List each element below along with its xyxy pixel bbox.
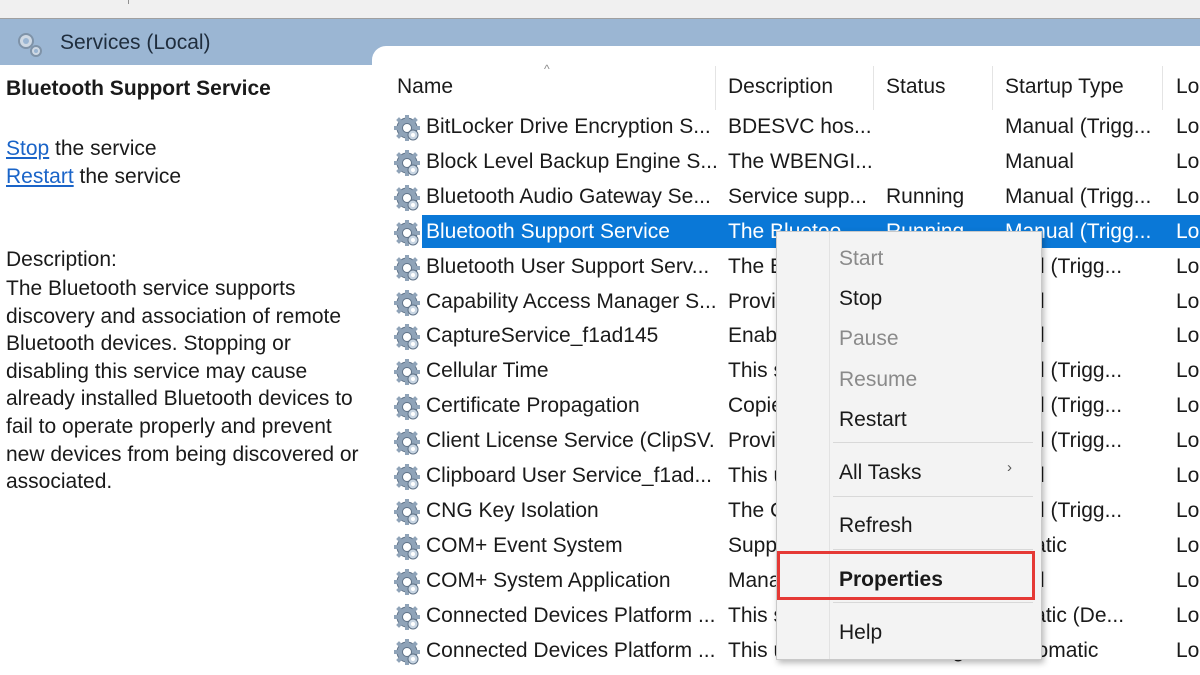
service-startup-type-cell: Manual (Trigg... (1005, 115, 1152, 138)
service-name-cell: CaptureService_f1ad145 (426, 324, 659, 348)
service-log-on-cell: Lo (1176, 638, 1200, 662)
column-header-status[interactable]: Status (886, 75, 946, 105)
stop-service-link[interactable]: Stop (6, 137, 49, 160)
description-text: The Bluetooth service supports discovery… (6, 277, 359, 494)
service-log-on-cell: Lo (1176, 533, 1200, 557)
service-name-cell: Clipboard User Service_f1ad... (426, 464, 712, 487)
menu-item-all-tasks[interactable]: All Tasks (839, 461, 921, 485)
menu-separator (833, 496, 1033, 497)
restart-line-suffix: the service (73, 165, 182, 188)
table-row[interactable]: Block Level Backup Engine S... The WBENGI… (390, 145, 1200, 180)
stop-line: Stop the service (6, 137, 157, 161)
service-log-on-cell: Lo (1176, 394, 1200, 418)
column-divider[interactable] (992, 66, 993, 110)
service-name-cell: Connected Devices Platform ... (426, 638, 716, 662)
service-name-cell: Client License Service (ClipSV... (426, 429, 716, 453)
menu-separator (833, 442, 1033, 443)
service-name-cell: Certificate Propagation (426, 394, 640, 418)
submenu-arrow-icon: › (1007, 459, 1012, 476)
extended-view-pane: Bluetooth Support Service Stop the servi… (0, 65, 372, 675)
services-gear-icon (18, 33, 42, 57)
service-name-cell: Cellular Time (426, 359, 549, 383)
service-gear-icon (392, 602, 422, 632)
service-name-cell: Bluetooth User Support Serv... (426, 254, 710, 278)
menu-item-restart[interactable]: Restart (839, 408, 907, 432)
panel-title: Services (Local) (60, 31, 211, 54)
toolbar-strip (0, 0, 1200, 19)
service-gear-icon (392, 462, 422, 492)
service-log-on-cell: Lo (1176, 184, 1200, 208)
service-gear-icon (392, 637, 422, 667)
service-description-cell: BDESVC hos... (728, 115, 872, 138)
service-log-on-cell: Lo (1176, 149, 1200, 173)
service-startup-type-cell: Manual (Trigg... (1005, 184, 1152, 208)
service-gear-icon (392, 532, 422, 562)
service-gear-icon (392, 392, 422, 422)
service-name-cell: Bluetooth Audio Gateway Se... (426, 184, 711, 208)
stop-line-suffix: the service (49, 137, 157, 160)
service-status-cell: Running (886, 184, 965, 208)
service-gear-icon (392, 357, 422, 387)
restart-line: Restart the service (6, 165, 181, 189)
service-gear-icon (392, 148, 422, 178)
column-header-log-on-as[interactable]: Lo (1176, 75, 1199, 105)
service-log-on-cell: Lo (1176, 568, 1200, 592)
service-gear-icon (392, 218, 422, 248)
service-name-cell: COM+ Event System (426, 533, 623, 557)
menu-item-help[interactable]: Help (839, 621, 882, 645)
service-gear-icon (392, 113, 422, 143)
column-divider[interactable] (873, 66, 874, 110)
service-description-cell: Service supp... (728, 184, 867, 208)
service-gear-icon (392, 288, 422, 318)
selected-service-title: Bluetooth Support Service (6, 77, 271, 100)
service-log-on-cell: Lo (1176, 359, 1200, 383)
service-gear-icon (392, 427, 422, 457)
service-name-cell: Block Level Backup Engine S... (426, 149, 716, 173)
service-log-on-cell: Lo (1176, 603, 1200, 627)
column-divider[interactable] (1162, 66, 1163, 110)
service-name-cell: Capability Access Manager S... (426, 289, 716, 313)
menu-separator (833, 602, 1033, 603)
service-name-cell: CNG Key Isolation (426, 498, 599, 522)
service-log-on-cell: Lo (1176, 324, 1200, 348)
service-name-cell: Bluetooth Support Service (426, 219, 670, 243)
service-log-on-cell: Lo (1176, 289, 1200, 313)
service-gear-icon (392, 567, 422, 597)
service-log-on-cell: Lo (1176, 464, 1200, 487)
service-log-on-cell: Lo (1176, 254, 1200, 278)
restart-service-link[interactable]: Restart (6, 165, 74, 188)
service-gear-icon (392, 497, 422, 527)
column-header-startup-type[interactable]: Startup Type (1005, 75, 1124, 105)
service-name-cell: Connected Devices Platform ... (426, 603, 716, 627)
service-log-on-cell: Lo (1176, 219, 1200, 243)
menu-separator (833, 549, 1033, 550)
menu-item-start[interactable]: Start (839, 247, 883, 271)
column-header-description[interactable]: Description (728, 75, 833, 105)
service-name-cell: BitLocker Drive Encryption S... (426, 115, 711, 138)
service-gear-icon (392, 322, 422, 352)
menu-item-pause[interactable]: Pause (839, 327, 899, 351)
toolbar-divider (128, 0, 129, 4)
service-gear-icon (392, 253, 422, 283)
service-log-on-cell: Lo (1176, 115, 1200, 138)
menu-item-stop[interactable]: Stop (839, 287, 882, 311)
service-name-cell: COM+ System Application (426, 568, 671, 592)
sort-caret-icon: ^ (544, 62, 550, 76)
service-gear-icon (392, 183, 422, 213)
table-row[interactable]: BitLocker Drive Encryption S... BDESVC ho… (390, 110, 1200, 145)
column-header-name[interactable]: Name (397, 75, 453, 105)
menu-item-refresh[interactable]: Refresh (839, 514, 913, 538)
properties-highlight-box (777, 551, 1035, 600)
column-divider[interactable] (715, 66, 716, 110)
description-label: Description: (6, 248, 117, 271)
service-startup-type-cell: Manual (1005, 149, 1074, 173)
service-description-cell: The WBENGI... (728, 149, 873, 173)
service-log-on-cell: Lo (1176, 429, 1200, 453)
menu-item-resume[interactable]: Resume (839, 368, 917, 392)
service-log-on-cell: Lo (1176, 498, 1200, 522)
table-row[interactable]: Bluetooth Audio Gateway Se... Service sup… (390, 180, 1200, 215)
